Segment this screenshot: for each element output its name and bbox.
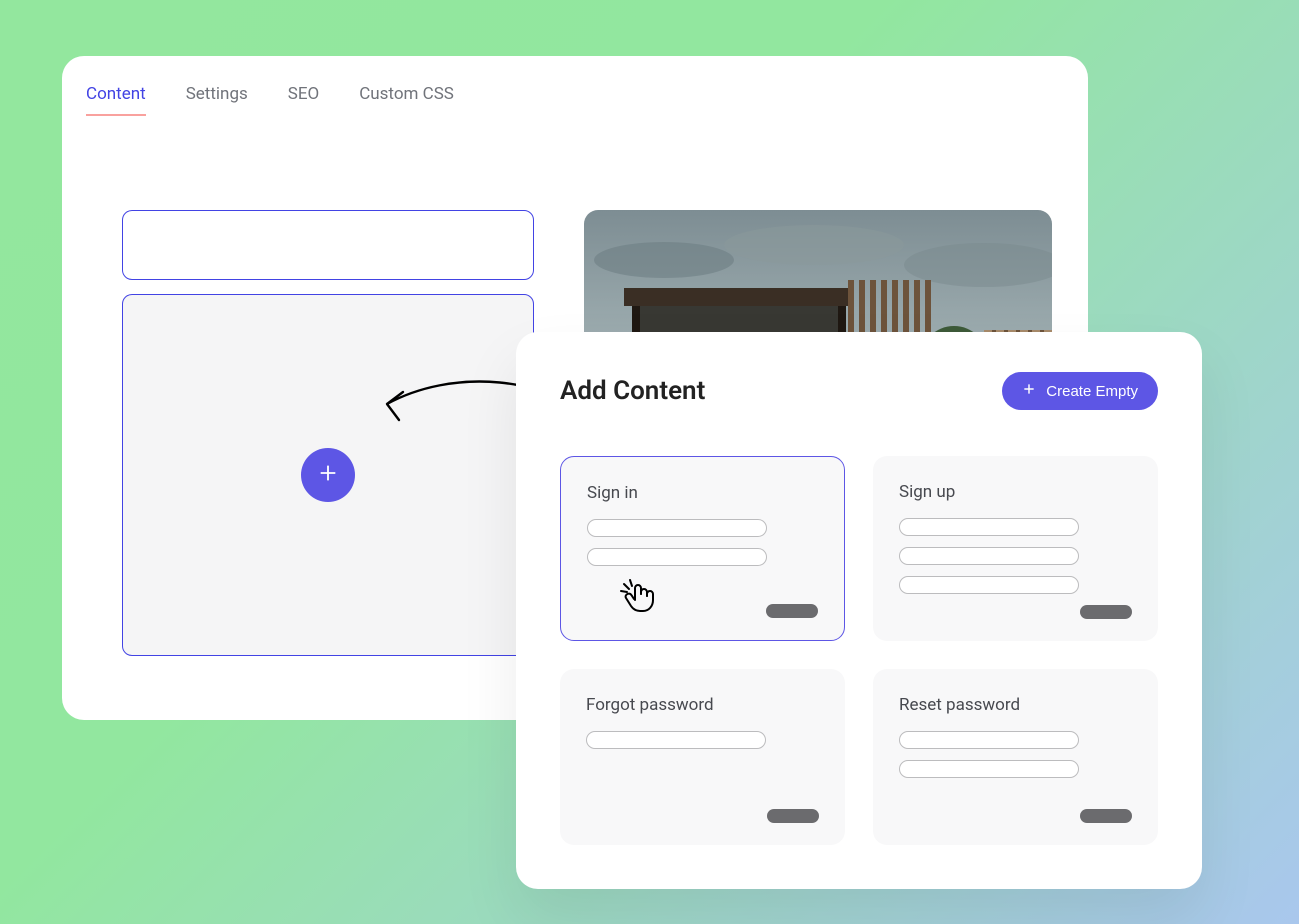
field-placeholder <box>899 760 1079 778</box>
template-card-title: Reset password <box>899 695 1132 715</box>
plus-icon <box>317 462 339 488</box>
tab-settings[interactable]: Settings <box>186 84 248 116</box>
content-slot-empty[interactable] <box>122 210 534 280</box>
create-empty-label: Create Empty <box>1046 383 1138 400</box>
content-column <box>122 210 534 656</box>
field-placeholder <box>587 519 767 537</box>
submit-placeholder <box>766 604 818 618</box>
create-empty-button[interactable]: Create Empty <box>1002 372 1158 410</box>
template-card-forgot-password[interactable]: Forgot password <box>560 669 845 845</box>
tab-seo[interactable]: SEO <box>288 84 319 116</box>
field-placeholder <box>899 518 1079 536</box>
submit-placeholder <box>767 809 819 823</box>
template-card-sign-up[interactable]: Sign up <box>873 456 1158 641</box>
content-dropzone[interactable] <box>122 294 534 656</box>
field-placeholder <box>899 731 1079 749</box>
tab-content[interactable]: Content <box>86 84 146 116</box>
modal-header: Add Content Create Empty <box>560 372 1158 410</box>
template-card-title: Forgot password <box>586 695 819 715</box>
field-placeholder <box>586 731 766 749</box>
template-grid: Sign in Sign up For <box>560 456 1158 845</box>
field-placeholder <box>899 547 1079 565</box>
tab-custom-css[interactable]: Custom CSS <box>359 84 454 116</box>
submit-placeholder <box>1080 809 1132 823</box>
pointer-cursor-icon <box>619 578 663 622</box>
submit-placeholder <box>1080 605 1132 619</box>
add-content-button[interactable] <box>301 448 355 502</box>
plus-icon <box>1022 382 1036 400</box>
field-placeholder <box>899 576 1079 594</box>
template-card-title: Sign in <box>587 483 818 503</box>
modal-title: Add Content <box>560 376 705 406</box>
template-card-sign-in[interactable]: Sign in <box>560 456 845 641</box>
field-placeholder <box>587 548 767 566</box>
template-card-title: Sign up <box>899 482 1132 502</box>
add-content-modal: Add Content Create Empty Sign in <box>516 332 1202 889</box>
tab-bar: Content Settings SEO Custom CSS <box>62 56 1088 116</box>
template-card-reset-password[interactable]: Reset password <box>873 669 1158 845</box>
